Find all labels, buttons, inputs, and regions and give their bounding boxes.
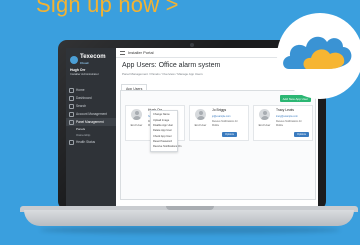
menu-item-notifications[interactable]: Receive Notifications On xyxy=(151,144,181,149)
topbar-title: Installer Portal xyxy=(128,50,154,55)
user-role: End User xyxy=(258,123,271,127)
user-email[interactable]: tracy@example.com xyxy=(276,115,298,118)
user-notify: Receive Notifications for xyxy=(212,120,238,123)
breadcrumb: Panel Management / Panels / Overview / M… xyxy=(122,72,203,76)
user-detail: Installer Administrator xyxy=(70,72,99,76)
sidebar-item-panel-management[interactable]: Panel Management xyxy=(66,118,116,126)
options-button[interactable]: Options xyxy=(294,132,309,137)
options-button[interactable]: Options xyxy=(222,132,237,137)
user-avatar-icon xyxy=(131,109,142,120)
user-info: Hugh Orr Installer Administrator xyxy=(70,68,99,76)
user-card: End User Tracy Lewis tracy@example.com R… xyxy=(253,105,313,141)
logo-mark-icon xyxy=(70,56,78,64)
cloud-badge xyxy=(277,13,360,99)
user-avatar-icon xyxy=(195,109,206,120)
home-icon xyxy=(69,87,74,93)
user-card: End User Jo Briggs jo@example.com Receiv… xyxy=(189,105,249,141)
sidebar-item-health-status[interactable]: Health Status xyxy=(66,138,116,146)
page-title: App Users: Office alarm system xyxy=(122,62,221,69)
account-icon xyxy=(69,111,74,117)
user-email[interactable]: jo@example.com xyxy=(212,115,231,118)
logo: Texecom Cloud xyxy=(70,54,106,66)
panel-icon xyxy=(69,119,74,125)
user-notify: Receive Notifications for xyxy=(276,120,302,123)
sidebar-nav: Home Dashboard Search Account Management… xyxy=(66,86,116,146)
laptop-shadow xyxy=(40,226,340,234)
user-name: Jo Briggs xyxy=(212,108,227,112)
sidebar: Texecom Cloud Hugh Orr Installer Adminis… xyxy=(66,48,116,206)
search-icon xyxy=(69,103,74,109)
user-device: Mobile xyxy=(276,124,284,127)
camera xyxy=(190,43,194,47)
user-device: Mobile xyxy=(212,124,220,127)
laptop-base xyxy=(24,210,354,226)
sign-up-cta[interactable]: Sign up now > xyxy=(36,0,179,18)
user-role: End User xyxy=(194,123,207,127)
sidebar-item-search[interactable]: Search xyxy=(66,102,116,110)
sidebar-item-account-management[interactable]: Account Management xyxy=(66,110,116,118)
logo-text: Texecom Cloud xyxy=(80,54,106,65)
health-icon xyxy=(69,139,74,145)
sidebar-item-home[interactable]: Home xyxy=(66,86,116,94)
user-options-menu: Change Name Upload Image Disable App Use… xyxy=(150,110,181,152)
sidebar-item-dashboard[interactable]: Dashboard xyxy=(66,94,116,102)
user-avatar-icon xyxy=(259,109,270,120)
user-role: End User xyxy=(130,123,143,127)
dashboard-icon xyxy=(69,95,74,101)
hamburger-icon[interactable] xyxy=(120,50,125,55)
cloud-logo-icon xyxy=(283,36,352,69)
laptop-notch xyxy=(166,206,214,210)
user-name: Tracy Lewis xyxy=(276,108,294,112)
